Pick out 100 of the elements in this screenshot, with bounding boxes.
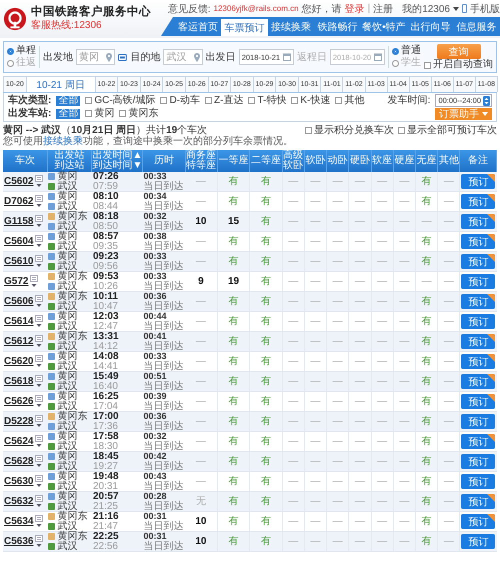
- train-number-link[interactable]: G572: [4, 276, 28, 286]
- radio-button[interactable]: [7, 48, 14, 54]
- details-dropdown-icon[interactable]: [35, 335, 44, 348]
- details-dropdown-icon[interactable]: [35, 195, 44, 208]
- book-button[interactable]: 预订: [461, 474, 496, 489]
- train-number-link[interactable]: C5630: [4, 476, 34, 486]
- checkbox[interactable]: [424, 62, 431, 68]
- nav-tab[interactable]: 铁路畅行: [314, 17, 361, 36]
- seat-cell: —: [185, 412, 218, 432]
- checkbox[interactable]: [248, 97, 256, 104]
- nav-tab[interactable]: 客运首页: [175, 17, 222, 36]
- checkbox[interactable]: [305, 127, 312, 134]
- details-dropdown-icon[interactable]: [35, 395, 44, 408]
- book-button[interactable]: 预订: [461, 394, 496, 409]
- nav-tab[interactable]: 接续换乘: [268, 17, 314, 36]
- book-button[interactable]: 预订: [461, 214, 496, 229]
- transfer-link[interactable]: 接续换乘: [43, 136, 83, 147]
- train-number-link[interactable]: C5626: [4, 396, 34, 406]
- book-button[interactable]: 预订: [461, 414, 496, 429]
- book-button[interactable]: 预订: [461, 514, 496, 529]
- passenger-type-label: 普通: [401, 46, 421, 56]
- arrival-station: 武汉: [57, 542, 78, 551]
- book-button[interactable]: 预订: [461, 234, 496, 249]
- station-option-label: 黄冈: [94, 108, 114, 118]
- details-dropdown-icon[interactable]: [35, 295, 44, 308]
- checkbox[interactable]: [335, 97, 342, 104]
- details-dropdown-icon[interactable]: [35, 435, 44, 448]
- seat-cell: —: [371, 412, 394, 432]
- checkbox[interactable]: [205, 97, 212, 104]
- seat-cell: —: [282, 492, 304, 512]
- details-dropdown-icon[interactable]: [35, 415, 44, 428]
- book-button[interactable]: 预订: [461, 334, 496, 349]
- details-dropdown-icon[interactable]: [35, 535, 44, 548]
- corner-tag-icon: [487, 514, 496, 522]
- arrival-day-text: 当日到达: [144, 482, 184, 491]
- feedback-email-link[interactable]: 12306yjfk@rails.com.cn: [214, 4, 299, 13]
- book-button[interactable]: 预订: [461, 274, 496, 289]
- trip-type-label: 往返: [16, 58, 36, 68]
- seat-cell: —: [282, 412, 304, 432]
- checkbox[interactable]: [291, 97, 298, 104]
- details-dropdown-icon[interactable]: [35, 255, 44, 268]
- details-dropdown-icon[interactable]: [35, 315, 44, 328]
- date-tab[interactable]: 10-21 周日: [26, 76, 96, 92]
- details-dropdown-icon[interactable]: [35, 215, 44, 228]
- details-dropdown-icon[interactable]: [30, 275, 38, 288]
- details-dropdown-icon[interactable]: [35, 355, 44, 368]
- checkbox[interactable]: [398, 127, 405, 134]
- departure-station: 黄冈: [57, 352, 78, 362]
- book-button[interactable]: 预订: [461, 434, 496, 449]
- book-button[interactable]: 预订: [461, 194, 496, 209]
- book-button[interactable]: 预订: [461, 354, 496, 369]
- book-button[interactable]: 预订: [461, 454, 496, 469]
- arrival-station: 武汉: [57, 422, 78, 431]
- radio-button[interactable]: [7, 60, 14, 66]
- register-link[interactable]: 注册: [373, 2, 394, 16]
- book-button[interactable]: 预订: [461, 314, 496, 329]
- details-dropdown-icon[interactable]: [35, 495, 44, 508]
- checkbox[interactable]: [160, 97, 168, 104]
- duration-text: 00:33: [144, 352, 168, 361]
- arrival-time: 07:59: [92, 182, 119, 191]
- seat-cell: —: [282, 452, 304, 472]
- seat-cell: —: [185, 292, 218, 312]
- login-link[interactable]: 登录: [344, 2, 365, 16]
- details-dropdown-icon[interactable]: [35, 475, 44, 488]
- checkbox[interactable]: [85, 97, 92, 104]
- details-dropdown-icon[interactable]: [35, 375, 44, 388]
- nav-tab[interactable]: 餐饮•特产: [360, 17, 408, 36]
- hotline-text: 客服热线:12306: [31, 19, 103, 32]
- radio-button[interactable]: [392, 48, 399, 54]
- account-menu-link[interactable]: 我的12306: [402, 2, 450, 16]
- details-dropdown-icon[interactable]: [35, 235, 44, 248]
- train-number-link[interactable]: D7062: [4, 196, 34, 206]
- mobile-link[interactable]: 手机版: [470, 2, 500, 16]
- checkbox[interactable]: [119, 110, 126, 117]
- train-number-link[interactable]: C5620: [4, 356, 34, 366]
- seat-cell: —: [282, 372, 304, 392]
- book-button[interactable]: 预订: [461, 254, 496, 269]
- details-dropdown-icon[interactable]: [35, 515, 44, 528]
- caret-icon[interactable]: [453, 6, 459, 10]
- checkbox[interactable]: [85, 110, 92, 117]
- radio-button[interactable]: [392, 60, 399, 66]
- nav-tab[interactable]: 信息服务: [454, 17, 500, 36]
- arrival-day-text: 当日到达: [144, 402, 184, 411]
- book-button[interactable]: 预订: [461, 374, 496, 389]
- book-button[interactable]: 预订: [461, 294, 496, 309]
- book-button[interactable]: 预订: [461, 174, 496, 189]
- book-button[interactable]: 预订: [461, 494, 496, 509]
- seat-cell: —: [326, 532, 349, 552]
- details-dropdown-icon[interactable]: [35, 455, 44, 468]
- train-number-link[interactable]: C5624: [4, 436, 34, 446]
- nav-tab[interactable]: 出行向导: [407, 17, 454, 36]
- train-number-link[interactable]: C5604: [4, 236, 34, 246]
- duration-text: 00:36: [144, 412, 168, 421]
- arrival-day-text: 当日到达: [144, 462, 184, 471]
- book-button[interactable]: 预订: [461, 534, 496, 549]
- train-number-link[interactable]: C5614: [4, 316, 34, 326]
- details-dropdown-icon[interactable]: [35, 175, 44, 188]
- nav-tab[interactable]: 车票预订: [221, 19, 268, 36]
- seat-cell: 有: [250, 172, 282, 192]
- train-number-link[interactable]: C5634: [4, 516, 34, 526]
